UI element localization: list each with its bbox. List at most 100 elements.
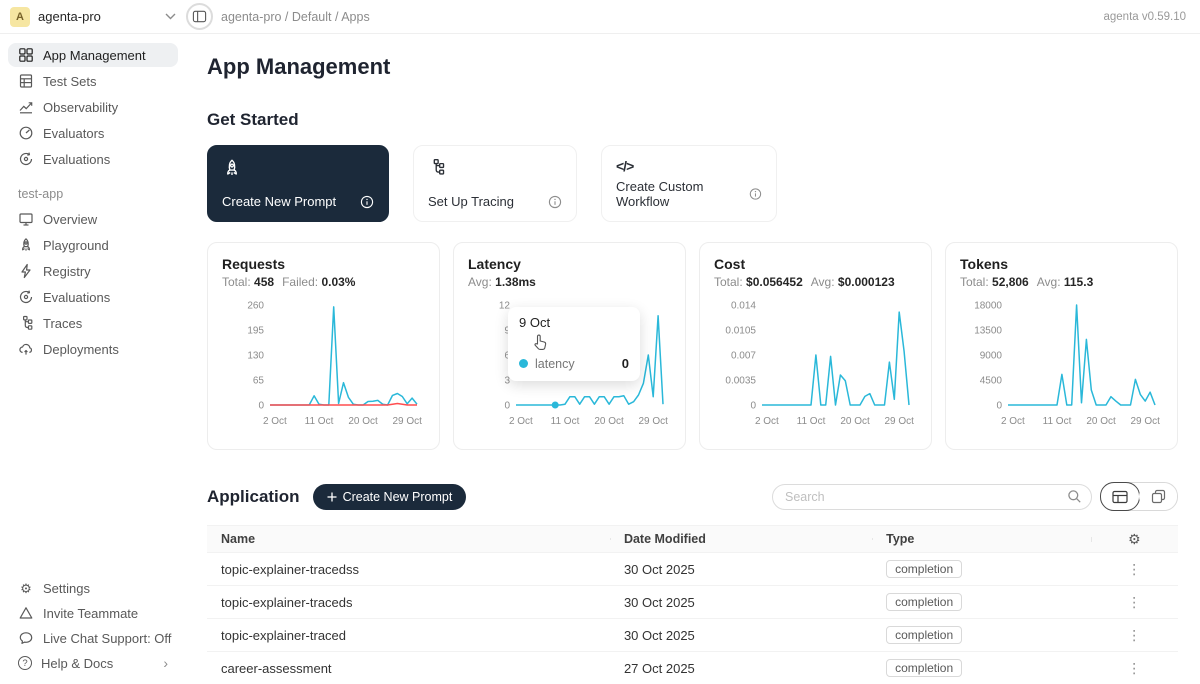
row-menu-icon[interactable]: ⋮ [1127,595,1141,609]
sidebar-item-app-management[interactable]: App Management [8,43,178,67]
grid-icon [18,47,34,63]
svg-text:20 Oct: 20 Oct [1086,416,1116,427]
svg-text:9000: 9000 [980,351,1003,362]
requests-chart-card: Requests Total: 458Failed: 0.03% 0651301… [207,242,440,450]
svg-text:2 Oct: 2 Oct [755,416,779,427]
sidebar-item-label: Playground [43,238,109,253]
chart-tooltip: 9 Oct latency 0 [508,307,640,381]
set-up-tracing-card[interactable]: Set Up Tracing [413,145,577,222]
create-custom-workflow-card[interactable]: </> Create Custom Workflow [601,145,777,222]
create-new-prompt-card[interactable]: Create New Prompt [207,145,389,222]
svg-text:0.007: 0.007 [731,351,756,362]
column-header-type[interactable]: Type [872,532,1090,546]
table-settings-gear-icon[interactable]: ⚙ [1128,531,1141,548]
sidebar-item-label: Deployments [43,342,119,357]
svg-text:195: 195 [247,326,264,337]
app-name: career-assessment [207,661,610,676]
svg-text:130: 130 [247,351,264,362]
info-icon [548,195,562,209]
workspace-selector[interactable]: A agenta-pro [0,7,186,27]
tooltip-date: 9 Oct [519,315,629,330]
sidebar-item-label: Evaluations [43,152,110,167]
search-input[interactable] [785,490,1061,504]
tooltip-series: latency [535,357,615,371]
table-header-row: Name Date Modified Type ⚙ [207,525,1178,553]
sidebar-panel-icon [192,9,207,24]
sidebar-toggle-button[interactable] [186,3,213,30]
card-label: Create New Prompt [222,194,336,209]
app-section-label: test-app [18,187,186,201]
app-version: agenta v0.59.10 [1104,11,1200,23]
sidebar-item-deployments[interactable]: Deployments [8,337,178,361]
row-menu-icon[interactable]: ⋮ [1127,661,1141,675]
table-row[interactable]: career-assessment 27 Oct 2025 completion… [207,652,1178,684]
sidebar-item-label: Test Sets [43,74,96,89]
chart-title: Cost [714,256,917,272]
trace-tree-icon [428,158,446,176]
sidebar-item-playground[interactable]: Playground [8,233,178,257]
card-label: Set Up Tracing [428,194,514,209]
svg-text:4500: 4500 [980,376,1003,387]
button-label: Create New Prompt [343,490,453,504]
refresh-circle-icon [18,151,34,167]
chevron-right-icon: › [163,655,168,671]
svg-text:2 Oct: 2 Oct [509,416,533,427]
svg-text:11 Oct: 11 Oct [551,416,580,427]
table-row[interactable]: topic-explainer-traced 30 Oct 2025 compl… [207,619,1178,652]
chart-stats: Total: 52,806Avg: 115.3 [960,275,1163,289]
info-icon [749,187,762,201]
main-content: App Management Get Started Create New Pr… [186,34,1200,684]
table-view-button[interactable] [1100,482,1140,511]
column-header-name[interactable]: Name [207,532,610,546]
chart-title: Tokens [960,256,1163,272]
top-bar: A agenta-pro agenta-pro / Default / Apps… [0,0,1200,34]
column-header-date-modified[interactable]: Date Modified [610,532,872,546]
latency-chart-card: Latency Avg: 1.38ms 0369122 Oct11 Oct20 … [453,242,686,450]
type-badge: completion [886,659,962,677]
date-modified: 30 Oct 2025 [610,628,872,643]
chevron-down-icon [165,13,176,20]
svg-text:11 Oct: 11 Oct [305,416,334,427]
help-icon: ? [18,656,32,670]
breadcrumb: agenta-pro / Default / Apps [221,10,370,24]
sidebar-item-evaluations[interactable]: Evaluations [8,147,178,171]
sidebar-item-observability[interactable]: Observability [8,95,178,119]
svg-text:29 Oct: 29 Oct [884,416,914,427]
date-modified: 27 Oct 2025 [610,661,872,676]
invite-icon [18,605,34,621]
create-new-prompt-button[interactable]: Create New Prompt [313,484,467,510]
table-row[interactable]: topic-explainer-traceds 30 Oct 2025 comp… [207,586,1178,619]
sidebar-item-label: Invite Teammate [43,606,138,621]
type-badge: completion [886,593,962,611]
plus-icon [327,492,337,502]
search-icon[interactable] [1067,489,1082,504]
date-modified: 30 Oct 2025 [610,595,872,610]
sidebar-item-traces[interactable]: Traces [8,311,178,335]
sidebar-item-test-sets[interactable]: Test Sets [8,69,178,93]
sidebar-item-evaluators[interactable]: Evaluators [8,121,178,145]
app-name: topic-explainer-tracedss [207,562,610,577]
sidebar-item-registry[interactable]: Registry [8,259,178,283]
tokens-chart-card: Tokens Total: 52,806Avg: 115.3 045009000… [945,242,1178,450]
chart-title: Latency [468,256,671,272]
svg-text:2 Oct: 2 Oct [1001,416,1025,427]
sidebar-item-label: Overview [43,212,97,227]
sidebar-item-live-chat[interactable]: Live Chat Support: Off [8,626,178,650]
cloud-upload-icon [18,341,34,357]
sidebar-item-evaluations-app[interactable]: Evaluations [8,285,178,309]
workspace-avatar: A [10,7,30,27]
trace-tree-icon [18,315,34,331]
svg-text:11 Oct: 11 Oct [797,416,826,427]
sidebar-item-settings[interactable]: ⚙ Settings [8,577,178,600]
row-menu-icon[interactable]: ⋮ [1127,628,1141,642]
applications-table: Name Date Modified Type ⚙ topic-explaine… [207,525,1178,684]
sidebar-item-help-docs[interactable]: ? Help & Docs › [8,651,178,675]
lightning-icon [18,263,34,279]
sidebar-item-invite-teammate[interactable]: Invite Teammate [8,601,178,625]
card-view-button[interactable] [1139,483,1177,510]
refresh-circle-icon [18,289,34,305]
table-row[interactable]: topic-explainer-tracedss 30 Oct 2025 com… [207,553,1178,586]
sidebar-item-overview[interactable]: Overview [8,207,178,231]
gear-icon: ⚙ [18,582,34,595]
row-menu-icon[interactable]: ⋮ [1127,562,1141,576]
